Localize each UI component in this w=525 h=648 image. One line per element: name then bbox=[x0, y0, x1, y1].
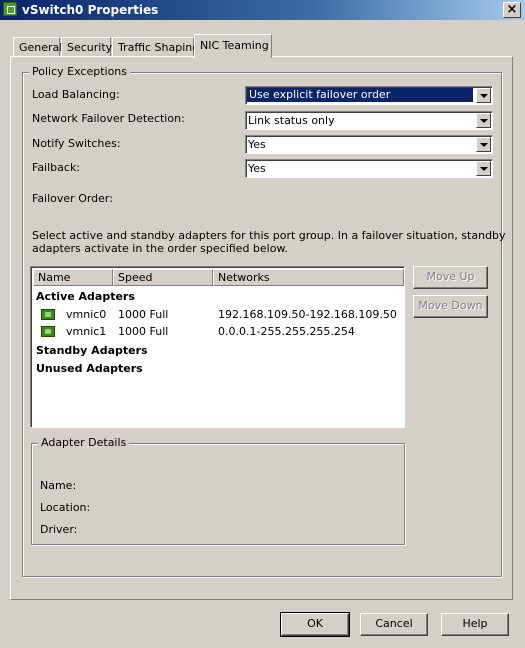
details-driver-label: Driver: bbox=[40, 523, 78, 536]
adapter-networks: 192.168.109.50-192.168.109.50 bbox=[218, 308, 397, 321]
notify-switches-value: Yes bbox=[248, 138, 266, 151]
notify-switches-select[interactable]: Yes bbox=[245, 135, 493, 154]
adapter-row[interactable]: vmnic0 1000 Full 192.168.109.50-192.168.… bbox=[31, 306, 404, 323]
column-header-speed[interactable]: Speed bbox=[113, 269, 213, 286]
chevron-down-icon[interactable] bbox=[476, 161, 491, 176]
chevron-down-icon[interactable] bbox=[476, 88, 491, 103]
failover-detection-select[interactable]: Link status only bbox=[245, 111, 493, 130]
app-icon bbox=[3, 2, 17, 16]
unused-adapters-header: Unused Adapters bbox=[36, 362, 143, 375]
title-bar[interactable]: vSwitch0 Properties × bbox=[0, 0, 525, 20]
description-line-1: Select active and standby adapters for t… bbox=[32, 229, 506, 242]
notify-switches-label: Notify Switches: bbox=[32, 137, 121, 150]
move-up-button[interactable]: Move Up bbox=[413, 266, 488, 289]
description-line-2: adapters activate in the order specified… bbox=[32, 242, 288, 255]
load-balancing-label: Load Balancing: bbox=[32, 88, 120, 101]
close-button[interactable]: × bbox=[503, 2, 521, 18]
network-adapter-icon bbox=[41, 326, 55, 337]
failback-value: Yes bbox=[248, 162, 266, 175]
failback-label: Failback: bbox=[32, 161, 81, 174]
help-button[interactable]: Help bbox=[441, 613, 509, 636]
standby-adapters-header: Standby Adapters bbox=[36, 344, 148, 357]
failover-order-label: Failover Order: bbox=[32, 192, 113, 205]
adapter-details-group bbox=[31, 443, 405, 545]
adapter-networks: 0.0.0.1-255.255.255.254 bbox=[218, 325, 355, 338]
column-header-networks[interactable]: Networks bbox=[213, 269, 404, 286]
details-name-label: Name: bbox=[40, 479, 77, 492]
ok-button[interactable]: OK bbox=[280, 612, 350, 637]
adapter-name: vmnic1 bbox=[66, 325, 107, 338]
adapter-speed: 1000 Full bbox=[118, 325, 169, 338]
move-down-button[interactable]: Move Down bbox=[413, 295, 488, 318]
chevron-down-icon[interactable] bbox=[476, 137, 491, 152]
tab-general[interactable]: General bbox=[13, 37, 62, 57]
adapter-row[interactable]: vmnic1 1000 Full 0.0.0.1-255.255.255.254 bbox=[31, 323, 404, 340]
load-balancing-value: Use explicit failover order bbox=[247, 88, 473, 102]
active-adapters-header: Active Adapters bbox=[36, 290, 135, 303]
tab-traffic-shaping[interactable]: Traffic Shaping bbox=[112, 37, 199, 57]
failback-select[interactable]: Yes bbox=[245, 159, 493, 178]
chevron-down-icon[interactable] bbox=[476, 113, 491, 128]
adapter-list[interactable]: Name Speed Networks Active Adapters vmni… bbox=[30, 266, 405, 428]
policy-exceptions-legend: Policy Exceptions bbox=[29, 65, 131, 78]
network-adapter-icon bbox=[41, 309, 55, 320]
failover-detection-value: Link status only bbox=[248, 114, 335, 127]
column-header-name[interactable]: Name bbox=[33, 269, 113, 286]
tab-nic-teaming[interactable]: NIC Teaming bbox=[194, 34, 272, 58]
adapter-speed: 1000 Full bbox=[118, 308, 169, 321]
cancel-button[interactable]: Cancel bbox=[360, 613, 428, 636]
adapter-details-legend: Adapter Details bbox=[38, 436, 130, 449]
adapter-name: vmnic0 bbox=[66, 308, 107, 321]
window-title: vSwitch0 Properties bbox=[22, 3, 159, 17]
tab-security[interactable]: Security bbox=[61, 37, 112, 57]
failover-detection-label: Network Failover Detection: bbox=[32, 112, 185, 125]
details-location-label: Location: bbox=[40, 501, 91, 514]
load-balancing-select[interactable]: Use explicit failover order bbox=[245, 86, 493, 105]
